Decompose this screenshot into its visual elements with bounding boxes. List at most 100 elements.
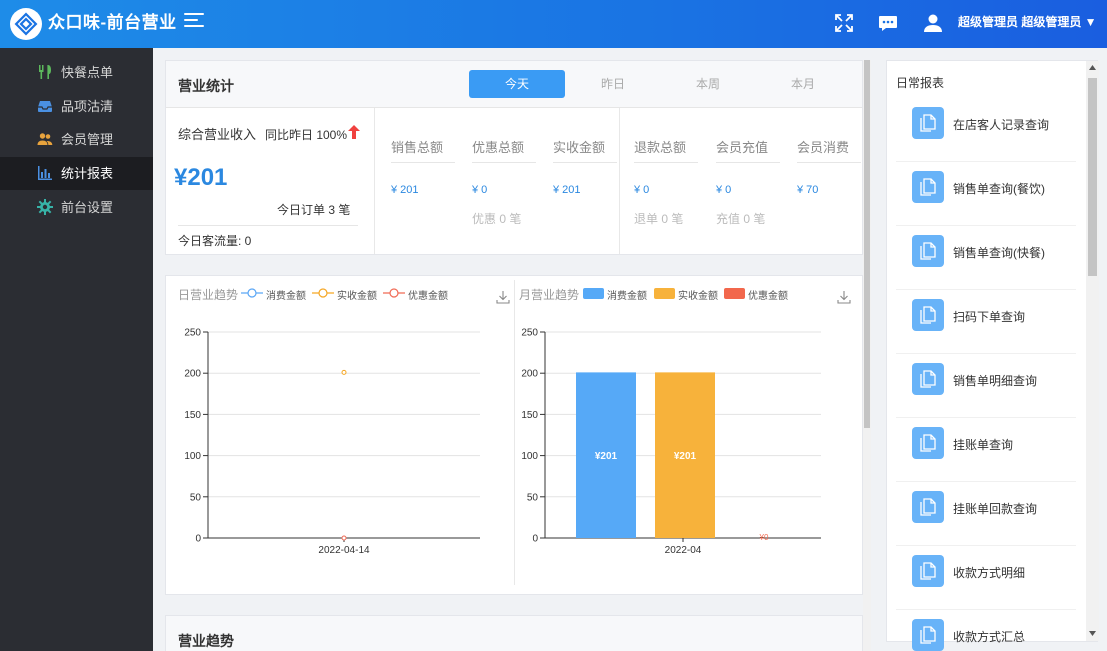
top-header: 众口味-前台营业 超级管理员 超级管理员 ▼ — [0, 0, 1107, 48]
logo-icon — [14, 12, 38, 36]
received-total-label: 实收金额 — [553, 141, 617, 163]
monthly-trend-chart: 0 50 100 150 200 250 2022-04 ¥201 ¥201 ¥0 — [521, 328, 821, 556]
daily-trend-chart: 0 50 100 150 200 250 2022-04-14 — [184, 328, 480, 556]
report-item[interactable]: 在店客人记录查询 — [896, 98, 1076, 162]
sidebar-item-reports[interactable]: 统计报表 — [0, 157, 153, 190]
tab-today[interactable]: 今天 — [469, 70, 565, 98]
total-revenue-label: 综合营业收入 — [178, 127, 257, 142]
document-icon — [912, 363, 944, 395]
report-item-label: 销售单明细查询 — [953, 374, 1038, 388]
document-icon — [912, 427, 944, 459]
scroll-down-icon[interactable] — [1089, 631, 1096, 636]
legend-line-blue-icon — [241, 288, 263, 298]
daily-chart-title: 日营业趋势 — [178, 288, 239, 302]
user-menu[interactable]: 超级管理员 超级管理员 ▼ — [958, 14, 1097, 30]
legend-line-red-icon — [383, 288, 405, 298]
discount-count: 优惠 0 笔 — [472, 212, 522, 226]
document-icon — [912, 555, 944, 587]
discount-total-value: ¥ 0 — [472, 184, 488, 196]
tab-this-month[interactable]: 本月 — [755, 70, 851, 98]
report-item-label: 在店客人记录查询 — [953, 118, 1050, 132]
tab-yesterday[interactable]: 昨日 — [565, 70, 661, 98]
sidebar-item-label: 前台设置 — [61, 200, 114, 215]
reports-scrollbar[interactable] — [1086, 61, 1099, 641]
fullscreen-icon[interactable] — [833, 12, 855, 34]
sidebar-item-label: 品项沽清 — [61, 99, 114, 114]
discount-total-label: 优惠总额 — [472, 141, 536, 163]
x-tick-label: 2022-04 — [665, 545, 702, 556]
sidebar-item-members[interactable]: 会员管理 — [0, 123, 153, 156]
report-item[interactable]: 扫码下单查询 — [896, 290, 1076, 354]
report-item[interactable]: 销售单明细查询 — [896, 354, 1076, 418]
menu-toggle-icon[interactable] — [184, 13, 204, 31]
orders-today: 今日订单 3 笔 — [277, 203, 351, 217]
report-item[interactable]: 收款方式明细 — [896, 546, 1076, 610]
x-tick-label: 2022-04-14 — [318, 545, 370, 556]
y-tick-label: 250 — [184, 328, 201, 339]
y-tick-label: 50 — [527, 492, 539, 503]
inbox-icon — [38, 101, 52, 112]
report-item[interactable]: 收款方式汇总 — [896, 610, 1076, 651]
report-item[interactable]: 销售单查询(餐饮) — [896, 162, 1076, 226]
sidebar-item-label: 会员管理 — [61, 132, 114, 147]
data-point — [341, 535, 347, 541]
member-spend-label: 会员消费 — [797, 141, 861, 163]
report-item-label: 挂账单回款查询 — [953, 502, 1038, 516]
main-scrollbar-thumb[interactable] — [864, 60, 870, 428]
refund-total-label: 退款总额 — [634, 141, 698, 163]
legend-label[interactable]: 消费金额 — [266, 287, 306, 302]
document-icon — [912, 171, 944, 203]
report-item[interactable]: 挂账单查询 — [896, 418, 1076, 482]
y-tick-label: 150 — [521, 410, 538, 421]
legend-label[interactable]: 消费金额 — [607, 287, 647, 302]
sidebar-item-label: 快餐点单 — [61, 65, 114, 80]
document-icon — [912, 299, 944, 331]
report-item-label: 收款方式汇总 — [953, 630, 1026, 644]
data-point — [341, 369, 347, 375]
legend-label[interactable]: 优惠金额 — [408, 287, 448, 302]
document-icon — [912, 235, 944, 267]
users-icon — [37, 133, 53, 145]
sidebar-item-settings[interactable]: 前台设置 — [0, 191, 153, 224]
main-scrollbar[interactable] — [863, 60, 871, 651]
report-item[interactable]: 销售单查询(快餐) — [896, 226, 1076, 290]
user-avatar-icon[interactable] — [922, 12, 944, 34]
report-item-label: 挂账单查询 — [953, 438, 1014, 452]
legend-label[interactable]: 实收金额 — [678, 287, 718, 302]
gear-icon — [37, 199, 53, 215]
monthly-chart-title: 月营业趋势 — [519, 288, 580, 302]
divider — [178, 225, 358, 226]
tab-this-week[interactable]: 本周 — [660, 70, 756, 98]
download-icon[interactable] — [496, 290, 510, 304]
download-icon[interactable] — [837, 290, 851, 304]
y-tick-label: 200 — [184, 369, 201, 380]
report-item[interactable]: 挂账单回款查询 — [896, 482, 1076, 546]
y-tick-label: 150 — [184, 410, 201, 421]
member-spend-value: ¥ 70 — [797, 184, 819, 196]
arrow-up-icon — [348, 125, 360, 139]
legend-label[interactable]: 实收金额 — [337, 287, 377, 302]
legend-label[interactable]: 优惠金额 — [748, 287, 788, 302]
y-tick-label: 0 — [195, 534, 201, 545]
total-revenue-amount: ¥201 — [174, 164, 228, 191]
scroll-up-icon[interactable] — [1089, 65, 1096, 70]
report-item-label: 销售单查询(餐饮) — [953, 182, 1045, 196]
received-total-value: ¥ 201 — [553, 184, 581, 196]
sidebar-item-sold-out[interactable]: 品项沽清 — [0, 90, 153, 123]
reports-scrollbar-thumb[interactable] — [1088, 78, 1097, 276]
period-tabs: 今天 昨日 本周 本月 — [469, 70, 851, 98]
report-item-label: 扫码下单查询 — [953, 310, 1026, 324]
sidebar: 快餐点单 品项沽清 会员管理 统计报表 前台设置 — [0, 48, 153, 651]
sidebar-item-quick-order[interactable]: 快餐点单 — [0, 56, 153, 89]
y-tick-label: 100 — [184, 451, 201, 462]
y-tick-label: 100 — [521, 451, 538, 462]
y-tick-label: 50 — [190, 492, 202, 503]
y-tick-label: 250 — [521, 328, 538, 339]
bar-data-label: ¥201 — [674, 451, 697, 462]
utensils-icon — [39, 65, 51, 79]
sales-total-value: ¥ 201 — [391, 184, 419, 196]
legend-swatch-blue — [583, 288, 604, 299]
message-icon[interactable] — [877, 12, 899, 34]
sales-total-label: 销售总额 — [391, 141, 455, 163]
bar-data-label: ¥201 — [595, 451, 618, 462]
